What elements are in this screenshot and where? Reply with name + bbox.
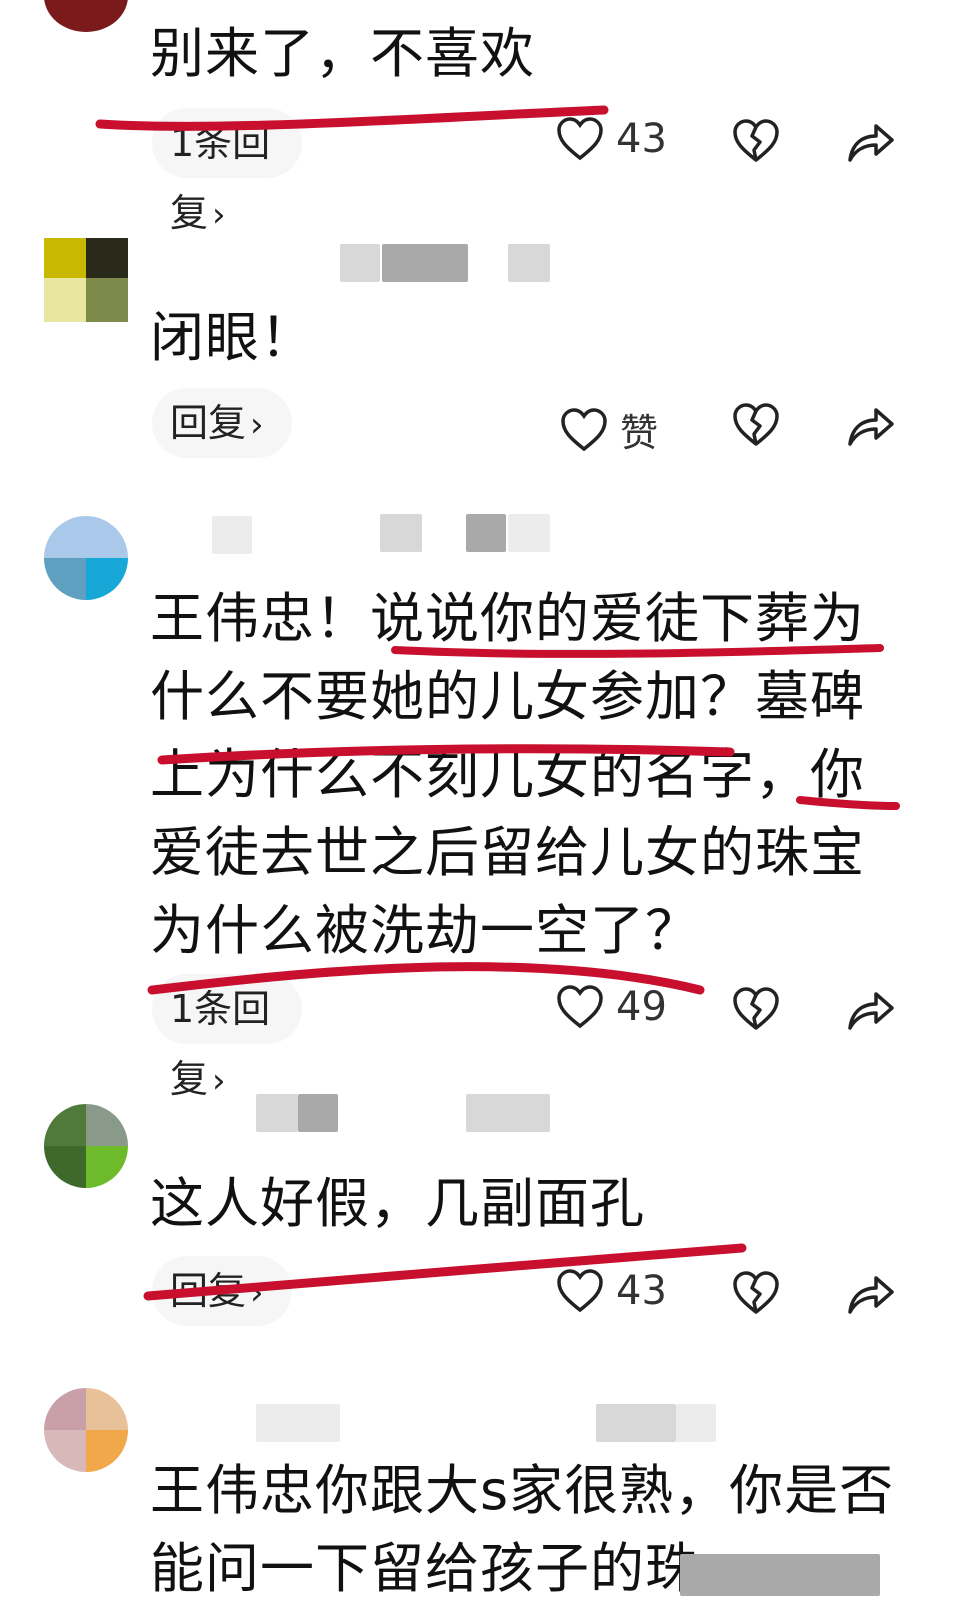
share-button[interactable] [846, 402, 896, 448]
reply-label: 回复 [170, 401, 247, 445]
dislike-button[interactable] [732, 986, 780, 1032]
dislike-button[interactable] [732, 1270, 780, 1316]
heart-outline-icon [557, 985, 603, 1029]
username-blurred [298, 1094, 338, 1132]
username-blurred [508, 514, 550, 552]
share-button[interactable] [846, 118, 896, 164]
like-label: 赞 [620, 411, 659, 455]
chevron-right-icon: › [250, 405, 264, 445]
chevron-right-icon: › [250, 1273, 264, 1313]
comment-line: 为什么被洗劫一空了？ [150, 899, 700, 962]
username-blurred [466, 514, 506, 552]
like-button[interactable]: 赞 [560, 402, 658, 457]
chevron-right-icon: › [212, 195, 226, 235]
username-blurred [380, 514, 422, 552]
heart-outline-icon [557, 117, 603, 161]
dislike-button[interactable] [732, 118, 780, 164]
comment-text: 闭眼！ [150, 306, 315, 369]
comment-text: 别来了，不喜欢 [150, 22, 535, 85]
heart-outline-icon [557, 1269, 603, 1313]
comment-line: 王伟忠！说说你的爱徒下葬为 [150, 587, 865, 650]
like-button[interactable]: 43 [556, 1268, 667, 1314]
comment-text: 这人好假，几副面孔 [150, 1172, 645, 1235]
broken-heart-icon [733, 1271, 779, 1314]
reply-button[interactable]: 1条回复 › [152, 108, 302, 235]
avatar[interactable] [44, 238, 128, 322]
like-count: 43 [616, 1268, 667, 1314]
comment-line: 什么不要她的儿女参加？墓碑 [150, 665, 865, 728]
like-button[interactable]: 43 [556, 116, 667, 162]
chevron-right-icon: › [212, 1061, 226, 1101]
avatar[interactable] [44, 0, 128, 32]
username-blurred [256, 1094, 298, 1132]
comment-text: 王伟忠！说说你的爱徒下葬为 什么不要她的儿女参加？墓碑 上为什么不刻儿女的名字，… [150, 580, 890, 970]
share-arrow-icon [848, 124, 894, 162]
username-blurred [256, 1404, 340, 1442]
share-button[interactable] [846, 1270, 896, 1316]
avatar[interactable] [44, 1388, 128, 1472]
share-arrow-icon [848, 992, 894, 1030]
username-blurred [676, 1404, 716, 1442]
username-blurred [596, 1404, 676, 1442]
like-count: 43 [616, 116, 667, 162]
username-blurred [340, 244, 380, 282]
broken-heart-icon [733, 119, 779, 162]
broken-heart-icon [733, 987, 779, 1030]
heart-outline-icon [561, 407, 607, 451]
reply-button[interactable]: 1条回复 › [152, 974, 302, 1101]
like-count: 49 [616, 984, 667, 1030]
reply-button[interactable]: 回复 › [152, 1256, 292, 1326]
avatar[interactable] [44, 1104, 128, 1188]
broken-heart-icon [733, 403, 779, 446]
comment-line: 上为什么不刻儿女的名字，你 [150, 743, 865, 806]
username-blurred [212, 516, 252, 554]
comment-line: 王伟忠你跟大s家很熟，你是否 [150, 1459, 895, 1522]
username-blurred [382, 244, 468, 282]
like-button[interactable]: 49 [556, 984, 667, 1030]
avatar[interactable] [44, 516, 128, 600]
comment-line: 爱徒去世之后留给儿女的珠宝 [150, 821, 865, 884]
share-arrow-icon [848, 408, 894, 446]
blurred-text-patch [680, 1554, 880, 1596]
share-arrow-icon [848, 1276, 894, 1314]
username-blurred [508, 244, 550, 282]
share-button[interactable] [846, 986, 896, 1032]
reply-label: 回复 [170, 1269, 247, 1313]
reply-button[interactable]: 回复 › [152, 388, 292, 458]
username-blurred [466, 1094, 550, 1132]
dislike-button[interactable] [732, 402, 780, 448]
